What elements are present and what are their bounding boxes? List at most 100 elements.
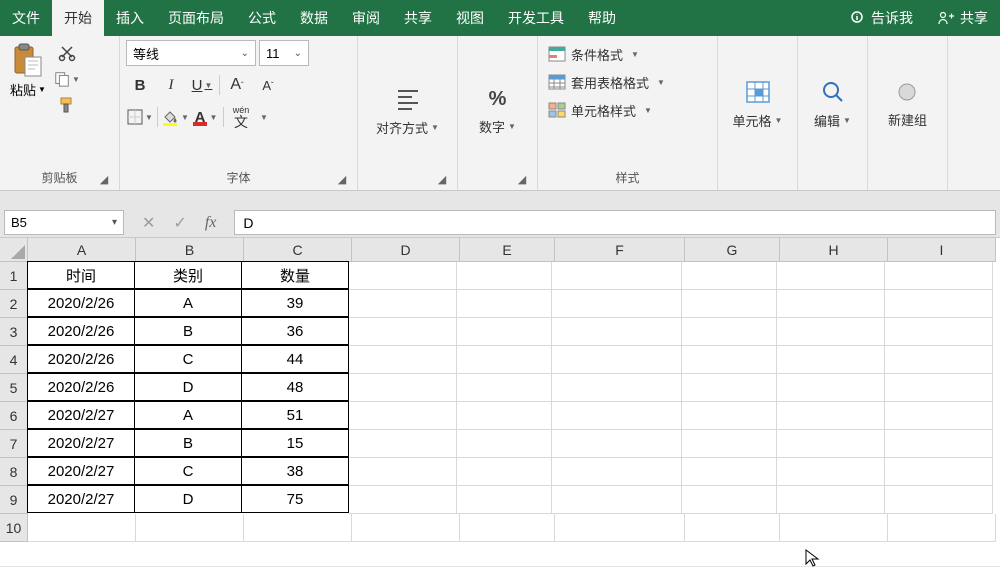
copy-button[interactable]: ▼ xyxy=(54,68,80,90)
cell-F2[interactable] xyxy=(552,290,682,318)
cut-button[interactable] xyxy=(54,42,80,64)
cell-I5[interactable] xyxy=(885,374,993,402)
row-header-9[interactable]: 9 xyxy=(0,486,28,514)
col-header-C[interactable]: C xyxy=(244,238,352,262)
cell-F7[interactable] xyxy=(552,430,682,458)
cell-F9[interactable] xyxy=(552,486,682,514)
cell-E8[interactable] xyxy=(457,458,552,486)
font-color-button[interactable]: A▼ xyxy=(192,104,220,130)
alignment-dialog-launcher[interactable]: ◢ xyxy=(435,172,449,186)
cell-A5[interactable]: 2020/2/26 xyxy=(27,373,135,401)
col-header-G[interactable]: G xyxy=(685,238,780,262)
col-header-A[interactable]: A xyxy=(28,238,136,262)
cell-E4[interactable] xyxy=(457,346,552,374)
cell-D9[interactable] xyxy=(349,486,457,514)
tab-data[interactable]: 数据 xyxy=(288,0,340,36)
cell-F4[interactable] xyxy=(552,346,682,374)
cell-D4[interactable] xyxy=(349,346,457,374)
cell-I9[interactable] xyxy=(885,486,993,514)
col-header-E[interactable]: E xyxy=(460,238,555,262)
tab-home[interactable]: 开始 xyxy=(52,0,104,36)
cell-D10[interactable] xyxy=(352,514,460,542)
cell-E7[interactable] xyxy=(457,430,552,458)
cell-C4[interactable]: 44 xyxy=(241,345,349,373)
bold-button[interactable]: B xyxy=(126,72,154,98)
clipboard-dialog-launcher[interactable]: ◢ xyxy=(97,172,111,186)
shrink-font-button[interactable]: Aˇ xyxy=(254,72,282,98)
phonetic-button[interactable]: wén文 xyxy=(227,104,255,130)
cell-D6[interactable] xyxy=(349,402,457,430)
cell-H7[interactable] xyxy=(777,430,885,458)
format-painter-button[interactable] xyxy=(54,94,80,116)
cell-G6[interactable] xyxy=(682,402,777,430)
number-dialog-launcher[interactable]: ◢ xyxy=(515,172,529,186)
cell-H1[interactable] xyxy=(777,262,885,290)
cell-B1[interactable]: 类别 xyxy=(134,261,242,289)
cell-I8[interactable] xyxy=(885,458,993,486)
cell-E5[interactable] xyxy=(457,374,552,402)
tab-review[interactable]: 审阅 xyxy=(340,0,392,36)
row-header-4[interactable]: 4 xyxy=(0,346,28,374)
cell-D3[interactable] xyxy=(349,318,457,346)
cell-B8[interactable]: C xyxy=(134,457,242,485)
cell-A8[interactable]: 2020/2/27 xyxy=(27,457,135,485)
cell-G4[interactable] xyxy=(682,346,777,374)
row-header-1[interactable]: 1 xyxy=(0,262,28,290)
cell-A1[interactable]: 时间 xyxy=(27,261,135,289)
cell-C10[interactable] xyxy=(244,514,352,542)
cell-B7[interactable]: B xyxy=(134,429,242,457)
cell-E9[interactable] xyxy=(457,486,552,514)
select-all-corner[interactable] xyxy=(0,238,28,262)
cell-C1[interactable]: 数量 xyxy=(241,261,349,289)
grow-font-button[interactable]: Aˆ xyxy=(223,72,251,98)
cell-H3[interactable] xyxy=(777,318,885,346)
cell-B2[interactable]: A xyxy=(134,289,242,317)
cell-H5[interactable] xyxy=(777,374,885,402)
cell-F8[interactable] xyxy=(552,458,682,486)
tab-help[interactable]: 帮助 xyxy=(576,0,628,36)
cell-A2[interactable]: 2020/2/26 xyxy=(27,289,135,317)
share-button[interactable]: 共享 xyxy=(925,0,1000,36)
cell-E1[interactable] xyxy=(457,262,552,290)
fx-icon[interactable]: fx xyxy=(205,214,217,232)
cell-I1[interactable] xyxy=(885,262,993,290)
tab-pagelayout[interactable]: 页面布局 xyxy=(156,0,236,36)
cell-I4[interactable] xyxy=(885,346,993,374)
cell-A10[interactable] xyxy=(28,514,136,542)
cell-I2[interactable] xyxy=(885,290,993,318)
row-header-5[interactable]: 5 xyxy=(0,374,28,402)
cell-D7[interactable] xyxy=(349,430,457,458)
tab-share[interactable]: 共享 xyxy=(392,0,444,36)
cell-G10[interactable] xyxy=(685,514,780,542)
cell-A6[interactable]: 2020/2/27 xyxy=(27,401,135,429)
fx-cancel-icon[interactable]: ✕ xyxy=(142,213,155,233)
table-format-button[interactable]: 套用表格格式▼ xyxy=(544,68,711,96)
cell-C3[interactable]: 36 xyxy=(241,317,349,345)
font-dialog-launcher[interactable]: ◢ xyxy=(335,172,349,186)
row-header-8[interactable]: 8 xyxy=(0,458,28,486)
tab-file[interactable]: 文件 xyxy=(0,0,52,36)
cells-button[interactable]: 单元格▼ xyxy=(725,75,791,134)
cell-F1[interactable] xyxy=(552,262,682,290)
borders-button[interactable]: ▼ xyxy=(126,104,154,130)
cell-C8[interactable]: 38 xyxy=(241,457,349,485)
row-header-10[interactable]: 10 xyxy=(0,514,28,542)
cell-C9[interactable]: 75 xyxy=(241,485,349,513)
cell-B10[interactable] xyxy=(136,514,244,542)
cell-G5[interactable] xyxy=(682,374,777,402)
cell-H6[interactable] xyxy=(777,402,885,430)
cell-styles-button[interactable]: 单元格样式▼ xyxy=(544,96,711,124)
col-header-D[interactable]: D xyxy=(352,238,460,262)
cell-I3[interactable] xyxy=(885,318,993,346)
cell-F5[interactable] xyxy=(552,374,682,402)
tell-me[interactable]: 告诉我 xyxy=(838,0,925,36)
cell-G3[interactable] xyxy=(682,318,777,346)
cell-A4[interactable]: 2020/2/26 xyxy=(27,345,135,373)
row-header-3[interactable]: 3 xyxy=(0,318,28,346)
cell-I7[interactable] xyxy=(885,430,993,458)
fx-enter-icon[interactable]: ✓ xyxy=(173,213,186,233)
cell-E10[interactable] xyxy=(460,514,555,542)
cell-F10[interactable] xyxy=(555,514,685,542)
alignment-button[interactable]: 对齐方式▼ xyxy=(368,82,447,141)
tab-insert[interactable]: 插入 xyxy=(104,0,156,36)
